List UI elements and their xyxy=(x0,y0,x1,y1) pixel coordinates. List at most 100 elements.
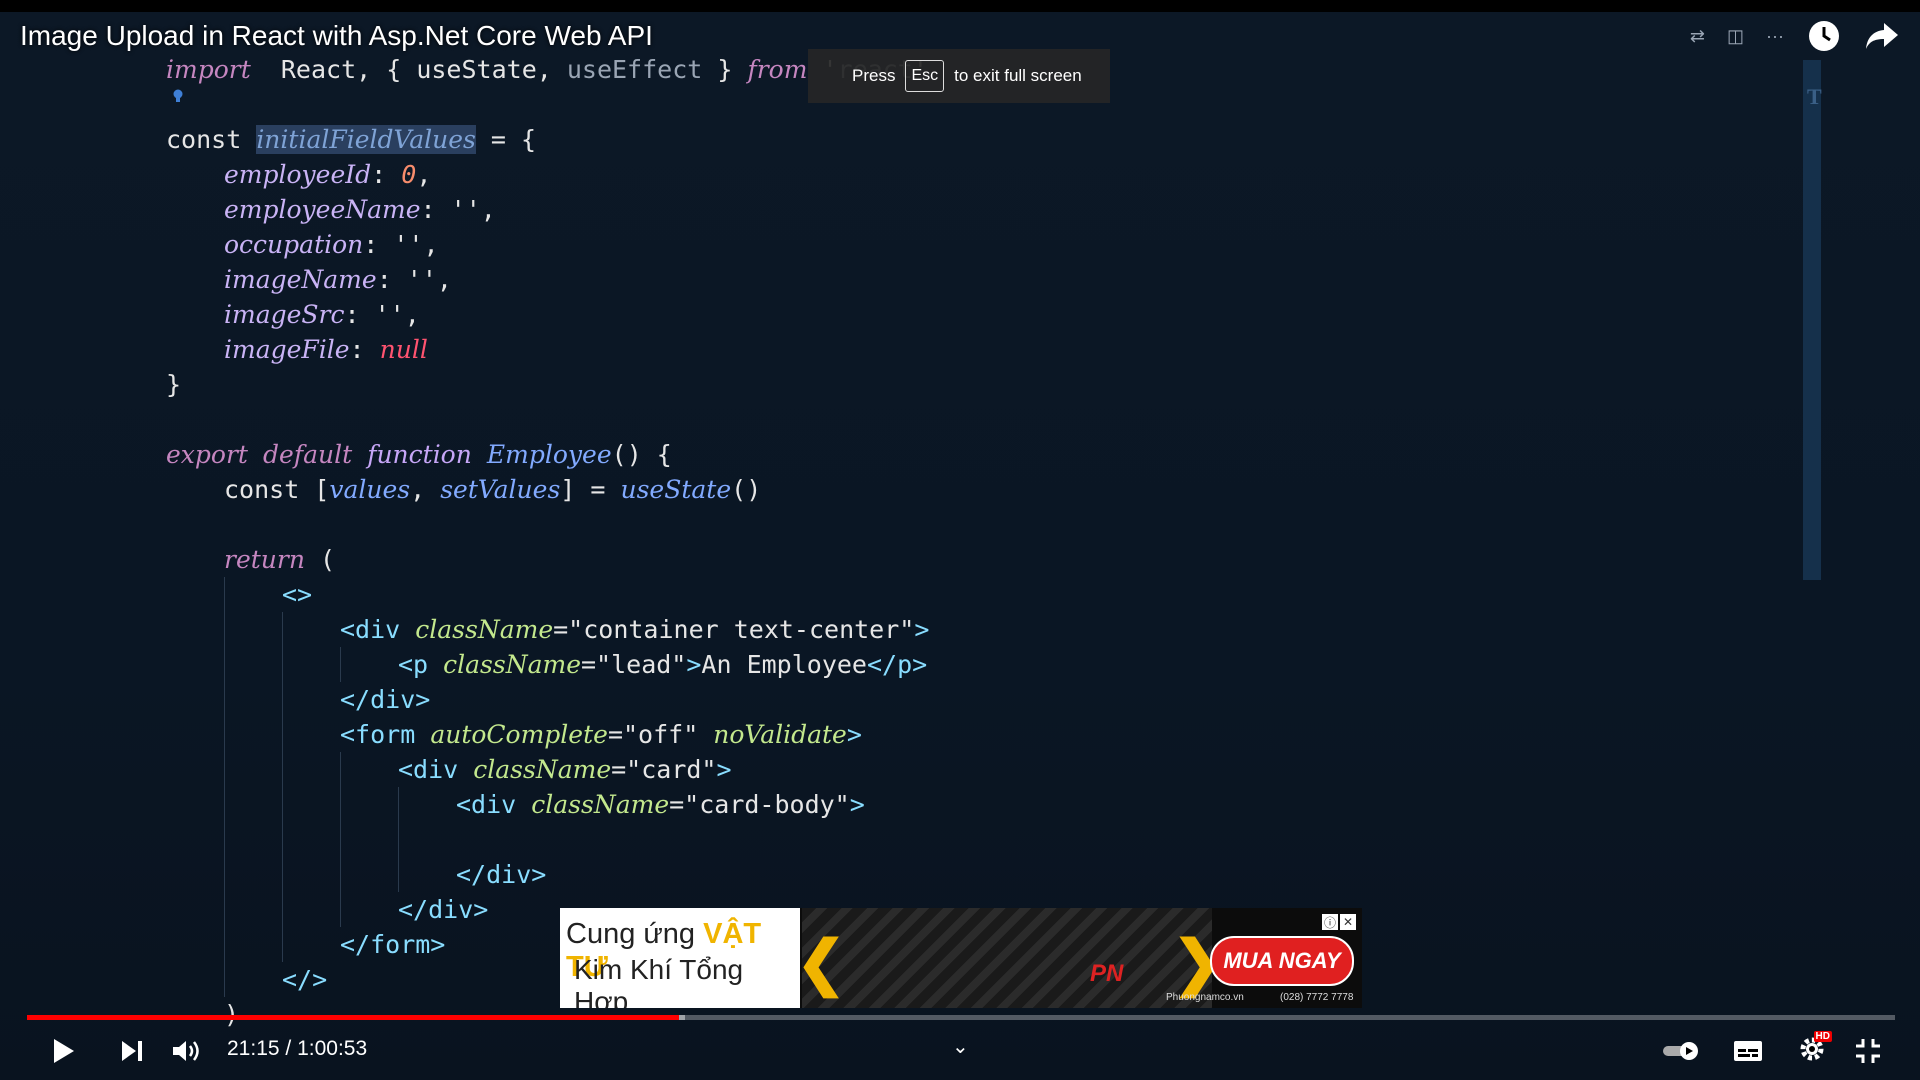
indent-guide xyxy=(224,857,225,892)
indent-guide xyxy=(340,857,341,892)
code-token: from xyxy=(747,55,808,84)
ad-cta-button[interactable]: MUA NGAY xyxy=(1210,936,1354,986)
indent-guide xyxy=(282,927,283,962)
indent-guide xyxy=(224,787,225,822)
code-token: <> xyxy=(282,580,313,609)
exit-fullscreen-button[interactable] xyxy=(1850,1028,1886,1074)
code-line xyxy=(166,822,1766,857)
autoplay-toggle[interactable] xyxy=(1660,1028,1702,1074)
code-token: </div> xyxy=(398,895,489,924)
ad-info-icon[interactable]: ⓘ xyxy=(1322,914,1338,930)
ad-logo: PN xyxy=(1090,960,1124,987)
autoplay-toggle-icon xyxy=(1663,1042,1698,1060)
code-token: > xyxy=(849,790,865,819)
indent-guide xyxy=(282,647,283,682)
code-token: className xyxy=(473,755,612,784)
code-line-content: </form> xyxy=(340,927,445,962)
settings-button[interactable]: HD xyxy=(1792,1028,1832,1074)
overlay-ad[interactable]: Cung ứng VẬT TƯ Kim Khí Tổng Hợp ❮ ❯ PN … xyxy=(560,908,1362,1008)
code-line: } xyxy=(166,367,1766,402)
settings-wrap: HD xyxy=(1798,1030,1832,1068)
split-editor-icon: ◫ xyxy=(1727,25,1745,46)
ad-site: Phuongnamco.vn xyxy=(1166,992,1244,1003)
indent-guide xyxy=(282,857,283,892)
clock-icon xyxy=(1809,21,1839,51)
editor-minimap-letter: T xyxy=(1807,84,1822,109)
progress-played xyxy=(27,1015,679,1020)
code-token: import xyxy=(166,55,251,84)
progress-bar[interactable] xyxy=(27,1015,1895,1020)
code-token: export xyxy=(166,440,248,469)
share-button[interactable] xyxy=(1864,18,1900,54)
code-line-content: const [values, setValues] = useState() xyxy=(224,472,761,507)
code-token: > xyxy=(846,720,862,749)
watch-later-button[interactable] xyxy=(1806,18,1842,54)
code-line-content: export default function Employee() { xyxy=(166,437,672,472)
code-token: : xyxy=(371,160,402,189)
code-token: ="container text-center" xyxy=(553,615,915,644)
code-line-content: </div> xyxy=(398,892,488,927)
code-line: occupation: '', xyxy=(166,227,1766,262)
code-token: : '', xyxy=(363,230,439,259)
code-line-content: imageName: '', xyxy=(224,262,452,297)
code-line-content: <div className="card"> xyxy=(398,752,732,787)
editor-scrollbar xyxy=(1803,60,1821,580)
fullscreen-toast: Press Esc to exit full screen xyxy=(808,49,1110,103)
code-token: <form xyxy=(340,720,431,749)
exit-fullscreen-icon xyxy=(1856,1039,1880,1063)
top-strip xyxy=(0,0,1920,12)
video-title: Image Upload in React with Asp.Net Core … xyxy=(20,20,653,51)
indent-guide xyxy=(224,717,225,752)
code-token: default xyxy=(263,440,353,469)
indent-guide xyxy=(224,752,225,787)
code-line: export default function Employee() { xyxy=(166,437,1766,472)
esc-key: Esc xyxy=(905,60,945,92)
code-token: className xyxy=(415,615,554,644)
code-line: employeeId: 0, xyxy=(166,157,1766,192)
code-line: const initialFieldValues = { xyxy=(166,122,1766,157)
code-token: () xyxy=(731,475,762,504)
code-token: } xyxy=(166,370,182,399)
indent-guide xyxy=(224,892,225,927)
code-token: 0 xyxy=(401,160,417,189)
ad-phone: (028) 7772 7778 xyxy=(1280,992,1354,1003)
code-line-content: </div> xyxy=(456,857,546,892)
toast-message: to exit full screen xyxy=(954,66,1082,85)
code-token: ] = xyxy=(560,475,621,504)
player-controls-right: HD xyxy=(0,1028,1920,1080)
indent-guide xyxy=(398,787,399,822)
code-line: </div> xyxy=(166,857,1766,892)
code-token: ="card" xyxy=(611,755,717,784)
code-token: : xyxy=(349,335,380,364)
indent-guide xyxy=(340,647,341,682)
code-line-content: <p className="lead">An Employee</p> xyxy=(398,647,927,682)
code-token: initialFieldValues xyxy=(256,125,476,154)
code-line: return ( xyxy=(166,542,1766,577)
code-token: autoComplete xyxy=(430,720,608,749)
indent-guide xyxy=(282,717,283,752)
indent-guide xyxy=(224,647,225,682)
code-token: useEffect xyxy=(566,55,703,84)
ad-headline-prefix: Cung ứng xyxy=(566,918,704,950)
indent-guide xyxy=(224,577,225,612)
ad-close-icon[interactable]: ✕ xyxy=(1340,914,1356,930)
indent-guide xyxy=(224,822,225,857)
code-token: null xyxy=(379,335,428,364)
code-token: ( xyxy=(304,545,336,574)
code-token: imageFile xyxy=(224,335,350,364)
indent-guide xyxy=(224,927,225,962)
code-token: , xyxy=(416,160,432,189)
code-token: : '', xyxy=(376,265,452,294)
code-line: imageFile: null xyxy=(166,332,1766,367)
subtitles-button[interactable] xyxy=(1728,1028,1768,1074)
code-token: <p xyxy=(398,650,444,679)
indent-guide xyxy=(282,787,283,822)
indent-guide xyxy=(282,612,283,647)
code-token: = { xyxy=(475,125,537,154)
indent-guide xyxy=(398,857,399,892)
code-token: occupation xyxy=(224,230,364,259)
code-token: noValidate xyxy=(713,720,847,749)
